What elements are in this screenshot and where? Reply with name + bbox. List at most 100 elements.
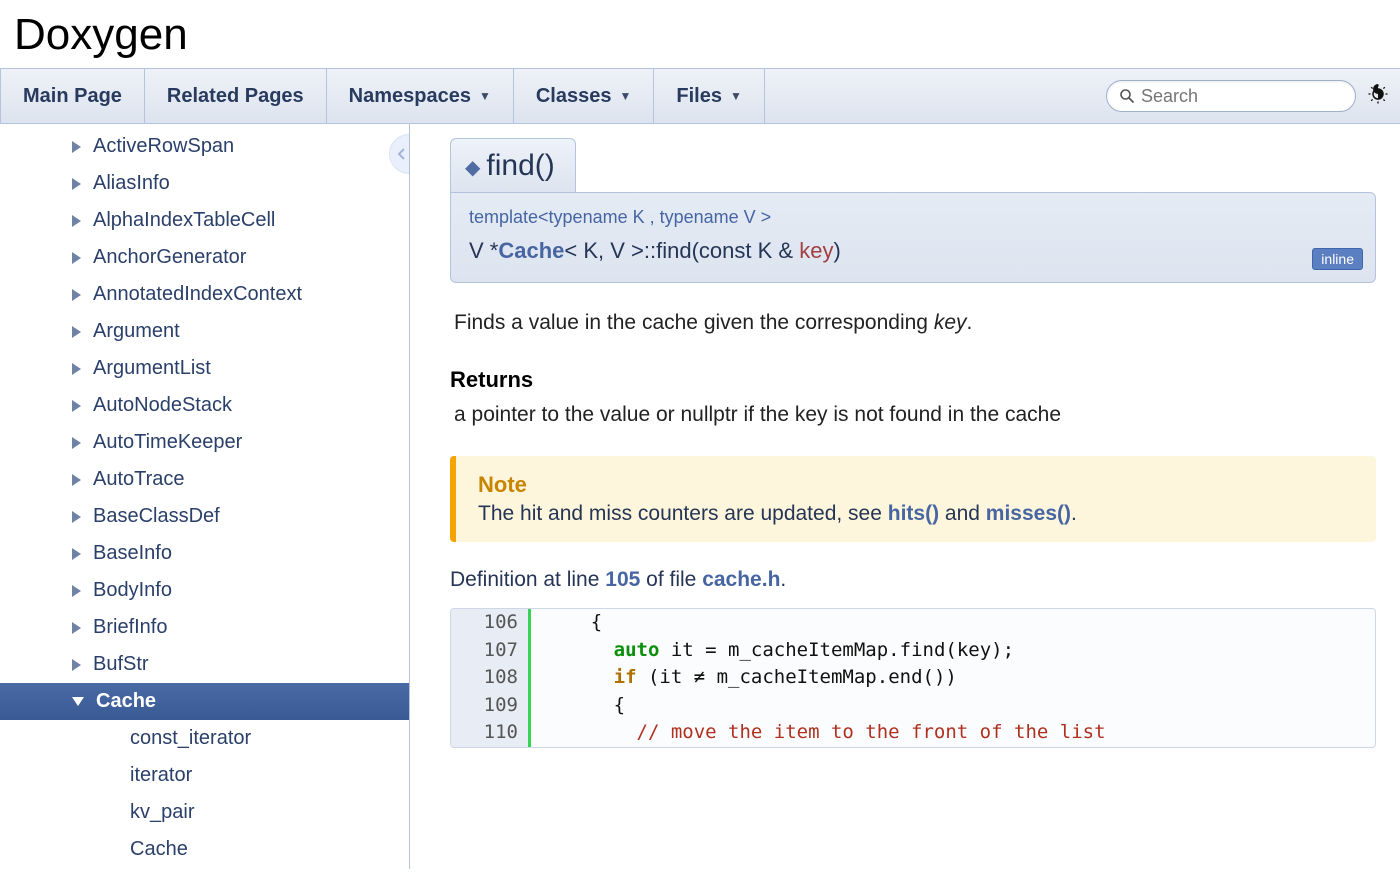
member-title-tab: ◆ find() xyxy=(450,138,576,193)
line-number: 110 xyxy=(451,719,531,747)
misses-link[interactable]: misses() xyxy=(986,502,1071,525)
sidebar-item-label: iterator xyxy=(130,764,192,787)
line-number: 107 xyxy=(451,637,531,665)
sidebar-item[interactable]: AutoTimeKeeper xyxy=(0,424,409,461)
code-text: if (it ≠ m_cacheItemMap.end()) xyxy=(531,664,957,692)
sidebar-item-label: AnchorGenerator xyxy=(93,246,246,269)
sidebar-item-label: kv_pair xyxy=(130,801,194,824)
sidebar-item-label: BodyInfo xyxy=(93,579,172,602)
sidebar-child-item[interactable]: iterator xyxy=(0,757,409,794)
search-icon xyxy=(1119,88,1135,104)
chevron-right-icon xyxy=(72,178,81,190)
chevron-down-icon: ▼ xyxy=(619,89,631,103)
prototype-line: V * Cache < K, V >::find ( const K & key… xyxy=(469,238,1357,264)
sidebar-item-cache[interactable]: Cache xyxy=(0,683,409,720)
chevron-right-icon xyxy=(72,548,81,560)
paren-close: ) xyxy=(833,238,840,264)
sidebar-item[interactable]: AnchorGenerator xyxy=(0,239,409,276)
text: . xyxy=(967,311,973,334)
line-link[interactable]: 105 xyxy=(605,568,640,591)
chevron-down-icon: ▼ xyxy=(479,89,491,103)
line-number: 109 xyxy=(451,692,531,720)
tab-main-page[interactable]: Main Page xyxy=(0,69,145,123)
sidebar-item-label: BaseClassDef xyxy=(93,505,220,528)
sidebar-item-label: ActiveRowSpan xyxy=(93,135,234,158)
sidebar-item-label: BufStr xyxy=(93,653,149,676)
class-link[interactable]: Cache xyxy=(498,238,564,264)
code-line: 110 // move the item to the front of the… xyxy=(451,719,1375,747)
code-text: auto it = m_cacheItemMap.find(key); xyxy=(531,637,1014,665)
hits-link[interactable]: hits() xyxy=(888,502,939,525)
chevron-right-icon xyxy=(72,400,81,412)
chevron-right-icon xyxy=(72,326,81,338)
search-box[interactable] xyxy=(1106,80,1356,112)
content[interactable]: ◆ find() template<typename K , typename V… xyxy=(410,124,1400,869)
sidebar[interactable]: ActiveRowSpan AliasInfo AlphaIndexTableCel… xyxy=(0,124,410,869)
tab-files[interactable]: Files▼ xyxy=(654,69,764,123)
sidebar-item[interactable]: BodyInfo xyxy=(0,572,409,609)
sidebar-item[interactable]: AnnotatedIndexContext xyxy=(0,276,409,313)
sidebar-item[interactable]: ArgumentList xyxy=(0,350,409,387)
sidebar-item-label: ArgumentList xyxy=(93,357,211,380)
chevron-right-icon xyxy=(72,141,81,153)
chevron-right-icon xyxy=(72,252,81,264)
file-link[interactable]: cache.h xyxy=(702,568,780,591)
sidebar-child-item[interactable]: kv_pair xyxy=(0,794,409,831)
member-title: find() xyxy=(486,149,554,182)
header: Doxygen xyxy=(0,0,1400,68)
theme-toggle-icon[interactable] xyxy=(1368,84,1388,109)
text: . xyxy=(1071,502,1077,525)
chevron-right-icon xyxy=(72,289,81,301)
sidebar-item[interactable]: AliasInfo xyxy=(0,165,409,202)
chevron-right-icon xyxy=(72,215,81,227)
sidebar-item-label: Cache xyxy=(130,838,188,861)
chevron-right-icon xyxy=(72,363,81,375)
text: of file xyxy=(640,568,702,591)
chevron-right-icon xyxy=(72,659,81,671)
paren-open: ( xyxy=(692,238,699,264)
sidebar-item-label: BriefInfo xyxy=(93,616,167,639)
note-box: Note The hit and miss counters are updat… xyxy=(450,456,1376,542)
note-title: Note xyxy=(478,472,1354,498)
tab-label: Classes xyxy=(536,85,612,108)
tabs: Main Page Related Pages Namespaces ▼ Clas… xyxy=(0,69,765,123)
sidebar-item[interactable]: BaseClassDef xyxy=(0,498,409,535)
code-line: 106 { xyxy=(451,609,1375,637)
brief-description: Finds a value in the cache given the cor… xyxy=(454,307,1372,339)
chevron-right-icon xyxy=(72,511,81,523)
sidebar-item[interactable]: BufStr xyxy=(0,646,409,683)
sidebar-item[interactable]: AlphaIndexTableCell xyxy=(0,202,409,239)
chevron-right-icon xyxy=(72,585,81,597)
code-line: 107 auto it = m_cacheItemMap.find(key); xyxy=(451,637,1375,665)
code-text: // move the item to the front of the lis… xyxy=(531,719,1106,747)
tab-label: Namespaces xyxy=(349,85,471,108)
chevron-right-icon xyxy=(72,437,81,449)
sidebar-item[interactable]: Argument xyxy=(0,313,409,350)
inline-badge: inline xyxy=(1312,248,1363,270)
tab-namespaces[interactable]: Namespaces ▼ xyxy=(327,69,514,123)
line-number: 106 xyxy=(451,609,531,637)
tab-classes[interactable]: Classes ▼ xyxy=(514,69,655,123)
sidebar-child-item[interactable]: const_iterator xyxy=(0,720,409,757)
line-number: 108 xyxy=(451,664,531,692)
text: and xyxy=(939,502,986,525)
sidebar-item[interactable]: AutoTrace xyxy=(0,461,409,498)
sidebar-item-label: Argument xyxy=(93,320,180,343)
sidebar-item-label: AliasInfo xyxy=(93,172,170,195)
sidebar-item[interactable]: BriefInfo xyxy=(0,609,409,646)
sidebar-item[interactable]: BaseInfo xyxy=(0,535,409,572)
tab-label: Files xyxy=(676,85,722,108)
diamond-icon: ◆ xyxy=(465,157,480,179)
sidebar-item-label: AnnotatedIndexContext xyxy=(93,283,302,306)
sidebar-item-label: AlphaIndexTableCell xyxy=(93,209,275,232)
tab-related-pages[interactable]: Related Pages xyxy=(145,69,327,123)
chevron-down-icon xyxy=(72,697,84,706)
sidebar-item[interactable]: ActiveRowSpan xyxy=(0,128,409,165)
template-params: template<typename K , typename V > xyxy=(469,207,1357,228)
sidebar-item[interactable]: AutoNodeStack xyxy=(0,387,409,424)
returns-text: a pointer to the value or nullptr if the… xyxy=(454,399,1372,431)
code-line: 109 { xyxy=(451,692,1375,720)
return-type: V * xyxy=(469,238,498,264)
sidebar-child-item[interactable]: Cache xyxy=(0,831,409,868)
search-input[interactable] xyxy=(1141,86,1343,107)
